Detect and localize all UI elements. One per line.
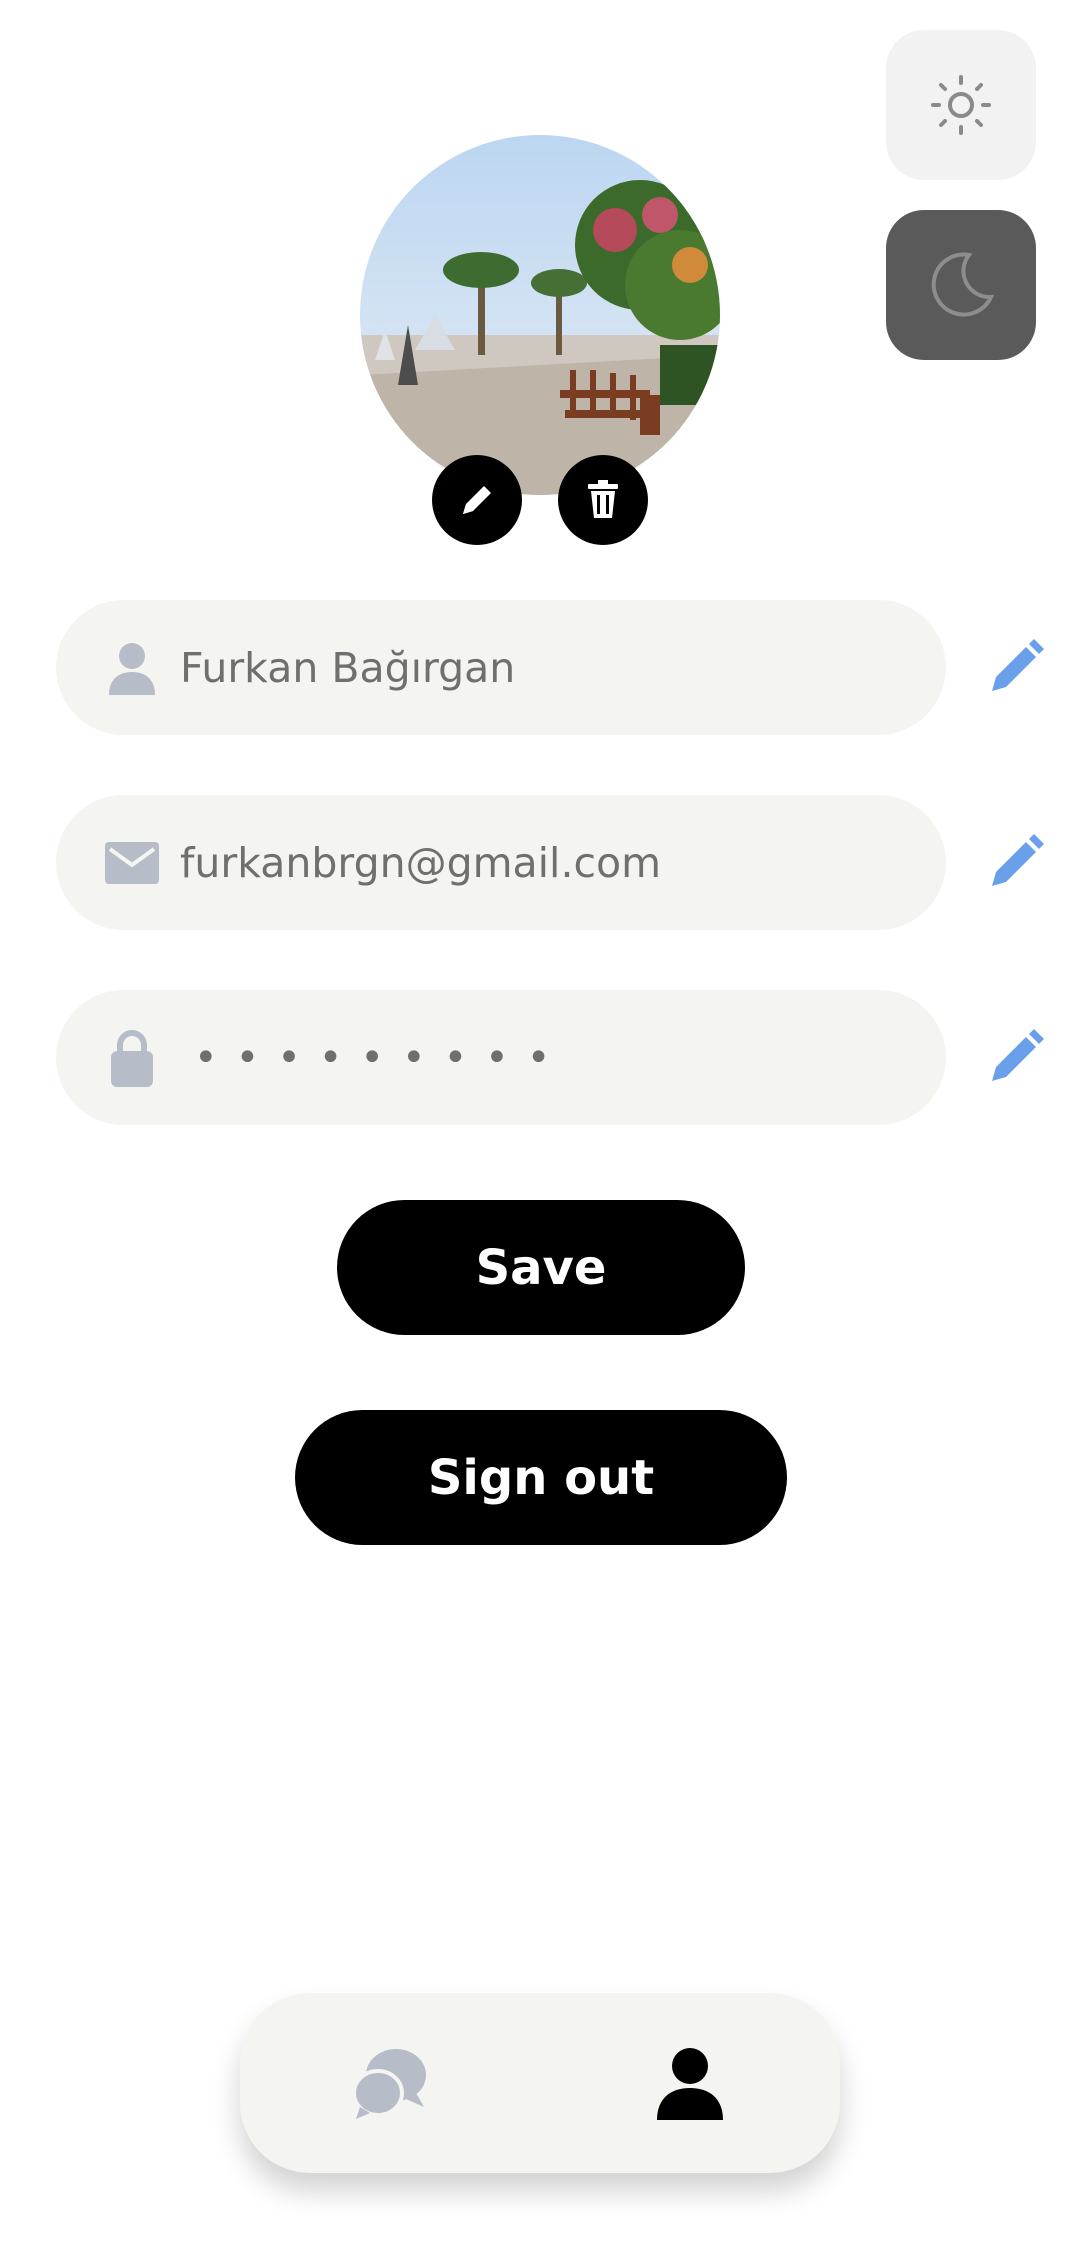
avatar-actions (360, 455, 720, 545)
edit-email-icon[interactable] (986, 832, 1046, 892)
name-value: Furkan Bağırgan (180, 643, 516, 692)
password-field[interactable]: ••••••••• (56, 990, 946, 1125)
edit-name-icon[interactable] (986, 637, 1046, 697)
edit-password-icon[interactable] (986, 1027, 1046, 1087)
nav-profile[interactable] (640, 2033, 740, 2133)
trash-icon (588, 480, 618, 518)
email-value: furkanbrgn@gmail.com (180, 838, 662, 887)
chat-bubbles-icon (352, 2049, 426, 2119)
user-icon (657, 2048, 723, 2120)
envelope-icon (104, 835, 160, 891)
password-row: ••••••••• (56, 990, 1046, 1125)
sun-icon (931, 75, 991, 135)
edit-photo-button[interactable] (432, 455, 522, 545)
email-row: furkanbrgn@gmail.com (56, 795, 1046, 930)
password-mask: ••••••••• (194, 1034, 569, 1081)
bottom-navigation (240, 1993, 840, 2173)
moon-icon (931, 252, 995, 317)
avatar-section (360, 135, 720, 545)
dark-theme-button[interactable] (886, 210, 1036, 360)
person-icon (104, 640, 160, 696)
email-field[interactable]: furkanbrgn@gmail.com (56, 795, 946, 930)
profile-photo (360, 135, 720, 495)
nav-chats[interactable] (340, 2033, 440, 2133)
lock-icon (104, 1029, 160, 1087)
light-theme-button[interactable] (886, 30, 1036, 180)
save-button[interactable]: Save (337, 1200, 745, 1335)
name-field[interactable]: Furkan Bağırgan (56, 600, 946, 735)
avatar[interactable] (360, 135, 720, 495)
delete-photo-button[interactable] (558, 455, 648, 545)
pencil-icon (463, 486, 491, 514)
sign-out-button[interactable]: Sign out (295, 1410, 787, 1545)
name-row: Furkan Bağırgan (56, 600, 1046, 735)
